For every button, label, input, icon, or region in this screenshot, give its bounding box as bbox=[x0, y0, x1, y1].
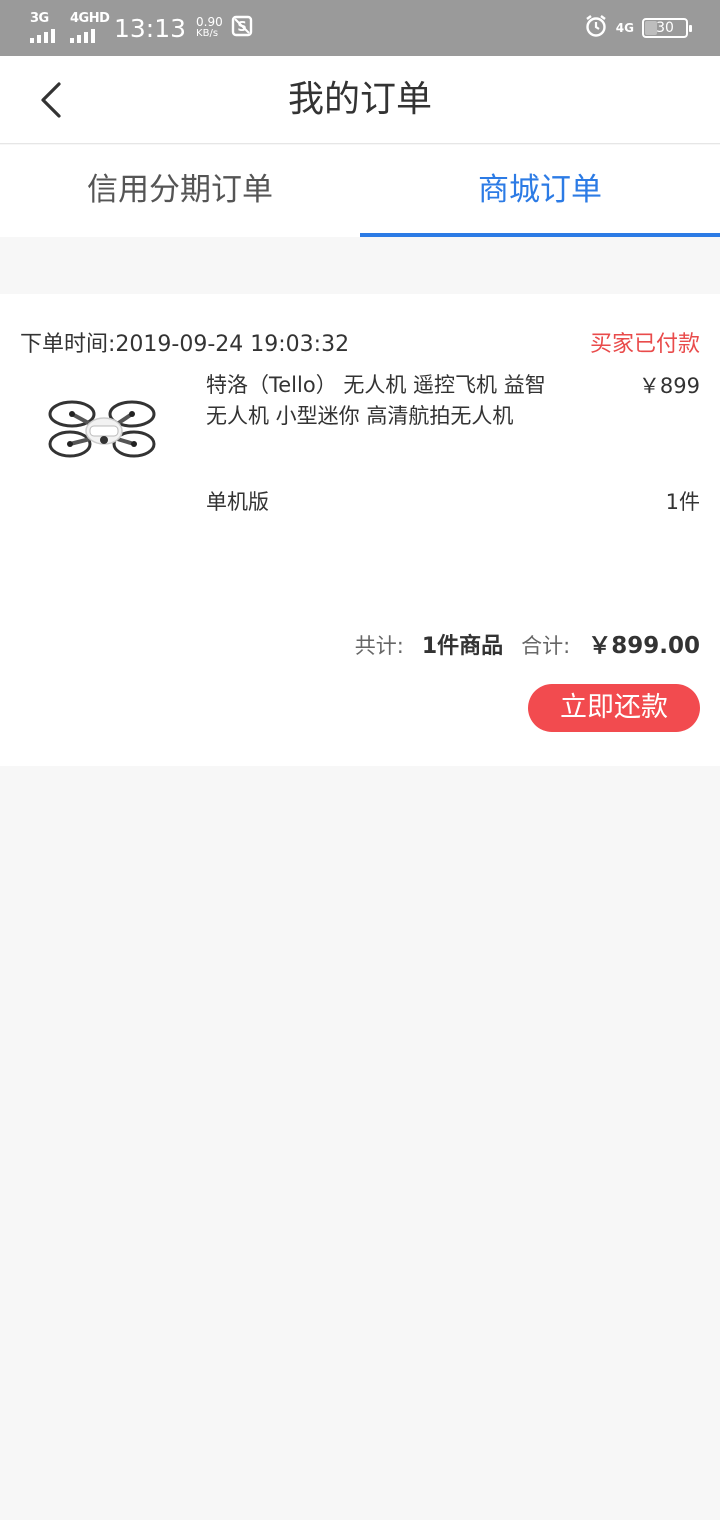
network-speed: 0.90 KB/s bbox=[196, 16, 223, 40]
sim1-label: 3G bbox=[30, 11, 49, 26]
battery-icon: 30 bbox=[642, 18, 692, 38]
drone-image[interactable] bbox=[44, 386, 164, 476]
count-label: 共计: bbox=[354, 634, 404, 658]
count-value: 1件商品 bbox=[421, 634, 504, 659]
status-left: 3G 4GHD 13:13 0.90 KB/s S bbox=[30, 10, 253, 46]
alarm-icon bbox=[584, 14, 608, 42]
order-status: 买家已付款 bbox=[589, 332, 700, 357]
order-card[interactable]: 下单时间:2019-09-24 19:03:32 买家已付款 特洛（Tello）… bbox=[0, 294, 720, 766]
battery-level: 30 bbox=[656, 20, 674, 36]
signal-icon: 3G bbox=[30, 11, 62, 43]
total-value: ￥899.00 bbox=[588, 633, 700, 659]
repay-now-button[interactable]: 立即还款 bbox=[528, 684, 700, 732]
network-type: 4G bbox=[615, 21, 634, 35]
status-time: 13:13 bbox=[114, 13, 187, 43]
screenshot-app-icon: S bbox=[231, 15, 253, 41]
total-label: 合计: bbox=[521, 634, 571, 658]
order-tabs: 信用分期订单 商城订单 bbox=[0, 145, 720, 237]
tab-credit-installment-orders[interactable]: 信用分期订单 bbox=[0, 145, 360, 237]
speed-value: 0.90 bbox=[196, 15, 223, 29]
header: 我的订单 bbox=[0, 56, 720, 144]
page-title: 我的订单 bbox=[287, 79, 432, 120]
order-time: 下单时间:2019-09-24 19:03:32 bbox=[20, 332, 350, 357]
status-right: 4G 30 bbox=[584, 12, 692, 44]
status-bar: 3G 4GHD 13:13 0.90 KB/s S 4G 30 bbox=[0, 0, 720, 56]
product-quantity: 1件 bbox=[665, 490, 700, 514]
order-summary: 共计: 1件商品 合计: ￥899.00 bbox=[355, 626, 700, 660]
product-spec: 单机版 bbox=[206, 490, 269, 514]
signal-icon: 4GHD bbox=[70, 11, 110, 43]
product-price: ￥899 bbox=[638, 374, 700, 398]
tab-mall-orders[interactable]: 商城订单 bbox=[360, 145, 720, 237]
sim2-label: 4GHD bbox=[70, 11, 110, 26]
speed-unit: KB/s bbox=[196, 28, 219, 39]
product-name[interactable]: 特洛（Tello） 无人机 遥控飞机 益智无人机 小型迷你 高清航拍无人机 bbox=[206, 370, 566, 432]
